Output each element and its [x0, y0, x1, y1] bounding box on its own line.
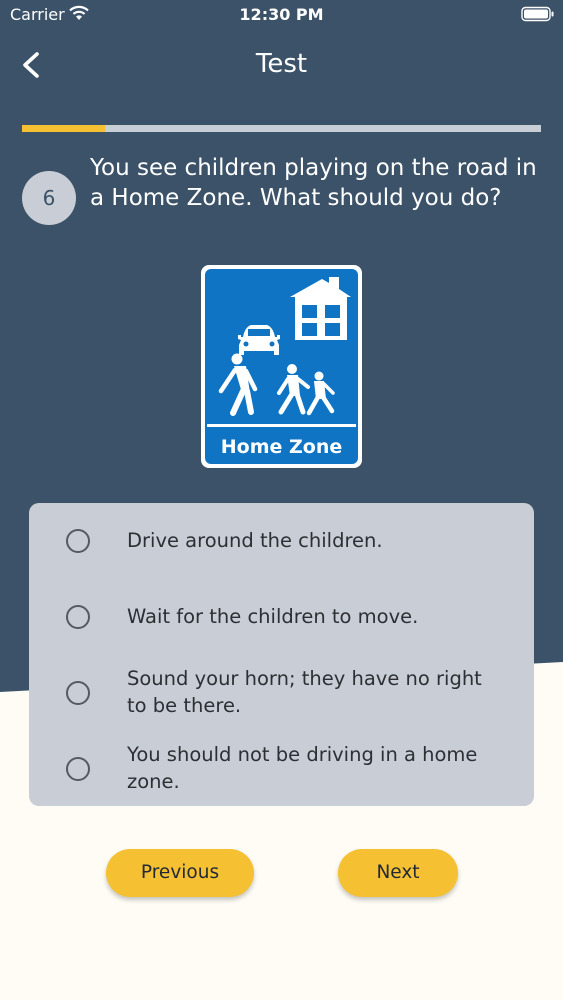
- page-title: Test: [255, 49, 308, 79]
- status-bar: Carrier 12:30 PM: [0, 0, 563, 30]
- answer-option[interactable]: You should not be driving in a home zone…: [29, 731, 534, 807]
- question-text: You see children playing on the road in …: [90, 155, 537, 211]
- home-zone-sign-image: Home Zone: [201, 265, 362, 468]
- clock: 12:30 PM: [239, 5, 324, 24]
- question-number-badge: 6: [22, 171, 76, 225]
- previous-button[interactable]: Previous: [106, 849, 254, 897]
- answer-option-label: Drive around the children.: [127, 529, 383, 552]
- answer-options: Drive around the children. Wait for the …: [29, 503, 534, 806]
- next-button[interactable]: Next: [338, 849, 458, 897]
- progress-fill: [22, 125, 106, 132]
- answer-option[interactable]: Drive around the children.: [29, 503, 534, 579]
- radio-button[interactable]: [66, 529, 90, 553]
- sign-label: Home Zone: [221, 436, 343, 458]
- answer-option-label: Sound your horn; they have no right to b…: [127, 667, 482, 717]
- header-background: [0, 0, 563, 692]
- answer-option-label: You should not be driving in a home zone…: [127, 743, 478, 793]
- answer-option[interactable]: Wait for the children to move.: [29, 579, 534, 655]
- answer-option-label: Wait for the children to move.: [127, 605, 419, 628]
- battery-icon: [521, 6, 554, 22]
- answer-option[interactable]: Sound your horn; they have no right to b…: [29, 655, 534, 731]
- progress-bar: [22, 125, 541, 132]
- radio-button[interactable]: [66, 681, 90, 705]
- radio-button[interactable]: [66, 757, 90, 781]
- radio-button[interactable]: [66, 605, 90, 629]
